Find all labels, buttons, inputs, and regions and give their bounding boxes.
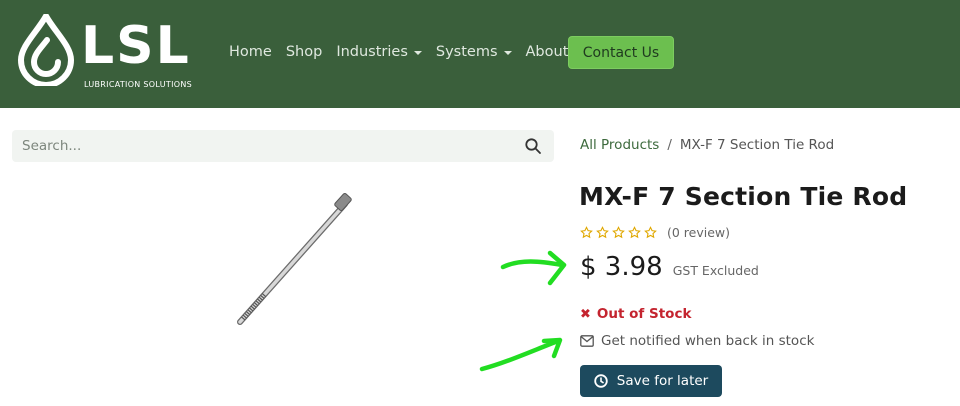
product-title: MX-F 7 Section Tie Rod [579,182,908,211]
product-image[interactable] [225,190,365,330]
arrow-to-notify [479,338,561,372]
breadcrumb-current: MX-F 7 Section Tie Rod [679,137,835,153]
main-nav: Home Shop Industries Systems About [229,42,582,62]
nav-shop[interactable]: Shop [286,42,322,62]
nav-shop-label: Shop [285,44,323,60]
search-bar [12,130,554,162]
nav-home-label: Home [229,44,272,60]
arrow-to-price-head [547,250,567,286]
nav-systems-label: Systems [435,44,498,60]
caret-down-icon [413,51,422,55]
nav-industries-label: Industries [336,44,408,60]
caret-down-icon [503,51,512,55]
search-input[interactable] [12,130,512,162]
nav-about[interactable]: About [526,42,569,62]
site-header: LSL LUBRICATION SOLUTIONS Home Shop Indu… [0,0,960,108]
save-for-later-button[interactable]: Save for later [580,365,722,397]
breadcrumb-all-products-link[interactable]: All Products [580,137,659,153]
star-outline-icon [580,226,593,239]
star-outline-icon [644,226,657,239]
droplet-logo-icon [18,14,74,86]
envelope-icon [580,335,594,347]
notify-back-in-stock-link[interactable]: Get notified when back in stock [580,333,814,349]
product-price: $ 3.98 [580,252,663,282]
nav-about-label: About [525,44,569,60]
stock-status: ✖ Out of Stock [580,306,691,322]
breadcrumb: All Products / MX-F 7 Section Tie Rod [580,137,834,153]
nav-systems-dropdown[interactable]: Systems [436,42,512,62]
star-outline-icon [612,226,625,239]
breadcrumb-separator: / [667,137,672,153]
product-rating[interactable]: (0 review) [580,225,730,240]
clock-icon [594,374,608,388]
review-count[interactable]: (0 review) [667,225,730,240]
nav-home[interactable]: Home [229,42,272,62]
arrow-to-notify-head [541,337,563,359]
nav-industries-dropdown[interactable]: Industries [336,42,422,62]
star-outline-icon [596,226,609,239]
logo-tagline: LUBRICATION SOLUTIONS [84,80,193,89]
star-outline-icon [628,226,641,239]
notify-label: Get notified when back in stock [601,333,815,349]
site-logo[interactable]: LSL LUBRICATION SOLUTIONS [17,14,197,92]
close-x-icon: ✖ [580,306,591,322]
save-for-later-label: Save for later [616,373,709,389]
annotation-arrows [479,250,567,372]
price-tax-note: GST Excluded [672,263,759,278]
logo-wordmark: LSL [81,16,191,76]
stock-status-label: Out of Stock [596,306,692,322]
contact-us-button[interactable]: Contact Us [568,36,674,69]
search-icon[interactable] [524,137,542,155]
price-row: $ 3.98 GST Excluded [580,252,759,282]
arrow-to-price [500,259,565,270]
